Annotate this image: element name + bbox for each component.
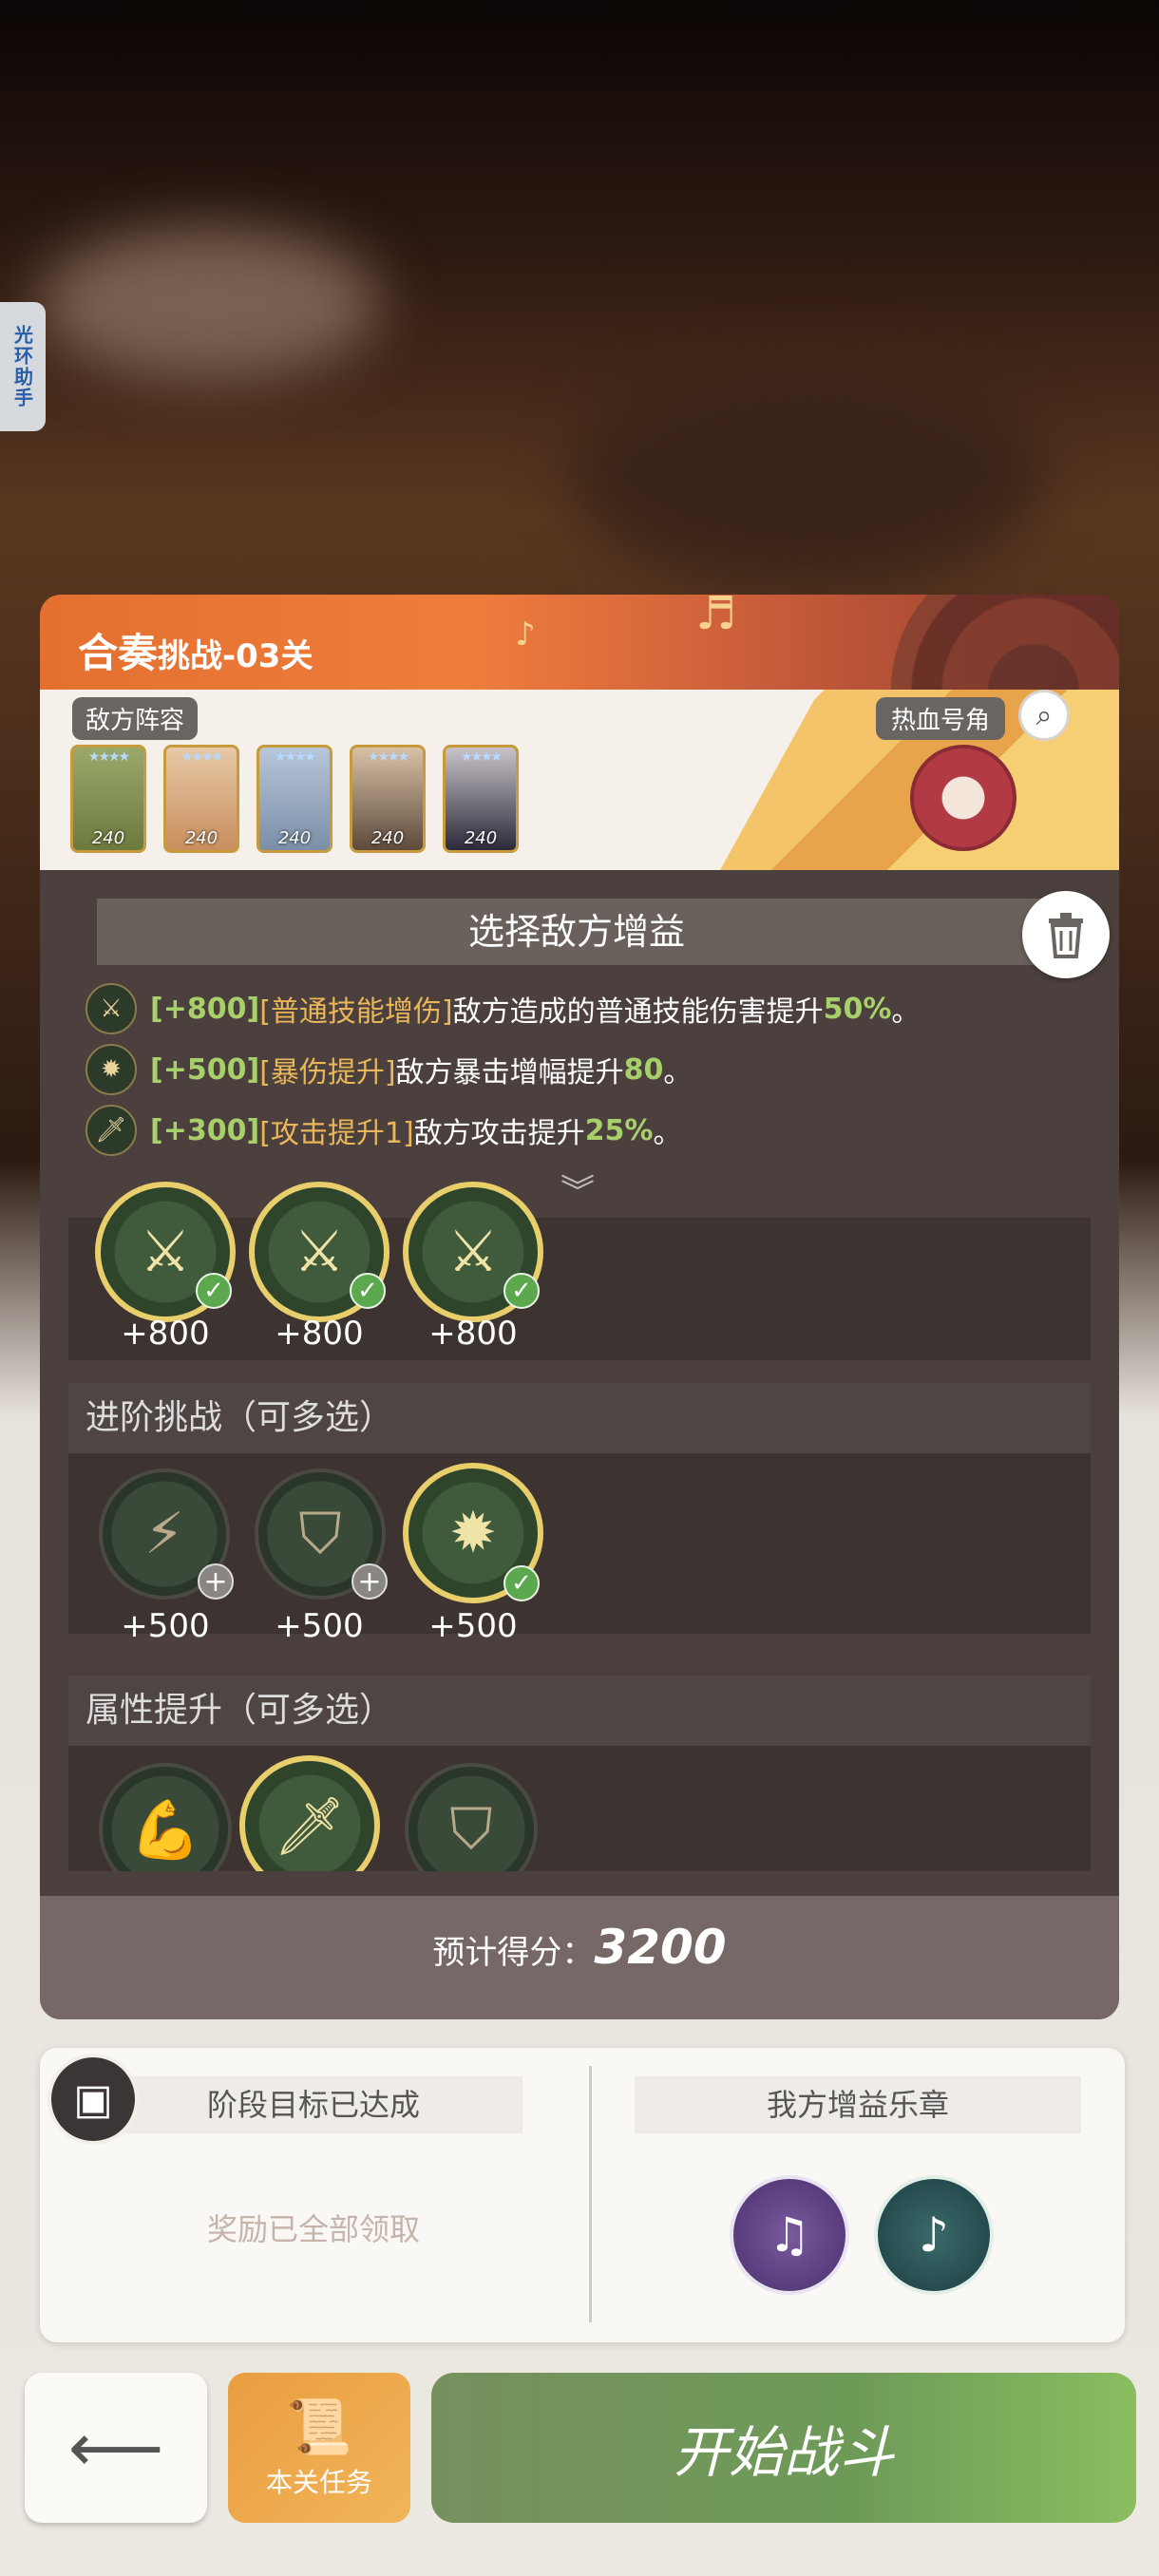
- title-sub: 挑战-03关: [158, 637, 314, 675]
- buff-desc: 敌方攻击提升: [413, 1117, 585, 1150]
- buff-desc: 敌方造成的普通技能伤害提升: [452, 995, 824, 1029]
- strength-medal[interactable]: 💪: [99, 1763, 232, 1871]
- enemy-card-level: 240: [91, 828, 125, 848]
- panel-header: 合奏挑战-03关 ♪ ♬: [40, 595, 1119, 832]
- my-buff-title: 我方增益乐章: [635, 2076, 1081, 2133]
- star-icon: ★★★★: [460, 749, 503, 765]
- enemy-card[interactable]: ★★★★ 240: [70, 745, 146, 853]
- star-icon: ★★★★: [367, 749, 409, 765]
- trash-icon: [1049, 913, 1083, 958]
- music-note-icon-2: ♬: [695, 595, 737, 640]
- enemy-card[interactable]: ★★★★ 240: [256, 745, 332, 853]
- lute-movement-icon[interactable]: ♪: [874, 2175, 994, 2295]
- buff-name: [攻击提升1]: [259, 1117, 414, 1150]
- crit-icon: ✹: [86, 1044, 137, 1095]
- chest-icon[interactable]: ▣: [48, 2054, 139, 2145]
- music-note-icon: ♪: [515, 616, 536, 653]
- challenge-panel: 合奏挑战-03关 ♪ ♬ 敌方阵容 ★★★★ 240 ★★★★ 240 ★★★★…: [40, 595, 1119, 2019]
- enemy-card[interactable]: ★★★★ 240: [350, 745, 426, 853]
- star-icon: ★★★★: [274, 749, 316, 765]
- horn-buff-icon[interactable]: [910, 745, 1016, 851]
- assistant-side-tab-label: 光环助手: [10, 325, 34, 408]
- check-icon: ✓: [196, 1273, 232, 1309]
- search-icon: ⌕: [1036, 698, 1053, 732]
- medal-value: +800: [428, 1315, 518, 1353]
- reward-status: 奖励已全部领取: [206, 2211, 420, 2247]
- enemy-card-level: 240: [370, 828, 405, 848]
- medal-value: +500: [428, 1607, 518, 1645]
- advanced-section-title: 进阶挑战（可多选）: [68, 1383, 1091, 1453]
- buff-end: 。: [663, 1056, 693, 1089]
- star-icon: ★★★★: [180, 749, 223, 765]
- stage-task-button[interactable]: 📜 本关任务: [228, 2373, 410, 2523]
- page-title: 合奏挑战-03关: [78, 621, 313, 679]
- check-icon: ✓: [504, 1565, 540, 1601]
- buff-section-title: 选择敌方增益: [97, 899, 1056, 965]
- enemy-lineup-label: 敌方阵容: [72, 697, 199, 740]
- attack-icon: 🗡: [86, 1105, 137, 1156]
- enemy-card-level: 240: [184, 828, 218, 848]
- buff-row: ⚔ [+800] [普通技能增伤] 敌方造成的普通技能伤害提升 50% 。: [86, 982, 920, 1035]
- assistant-side-tab[interactable]: 光环助手: [0, 302, 46, 431]
- check-icon: ✓: [504, 1273, 540, 1309]
- title-main: 合奏: [78, 630, 159, 676]
- enemy-card-level: 240: [277, 828, 312, 848]
- stage-goal-title: 阶段目标已达成: [104, 2076, 522, 2133]
- background-blur: [38, 228, 380, 380]
- buff-value: 80: [623, 1052, 664, 1087]
- divider: [589, 2066, 592, 2322]
- medal-value: +800: [275, 1315, 364, 1353]
- star-icon: ★★★★: [87, 749, 130, 765]
- buff-end: 。: [891, 995, 921, 1029]
- background-blur-2: [570, 361, 1045, 589]
- back-arrow-icon: ⟵: [67, 2409, 164, 2487]
- buff-row: ✹ [+500] [暴伤提升] 敌方暴击增幅提升 80 。: [86, 1043, 692, 1096]
- expand-chevron-icon[interactable]: ︾: [560, 1165, 595, 1214]
- buff-value: 50%: [823, 992, 892, 1026]
- buff-score: [+800]: [150, 992, 260, 1026]
- medal-value: +500: [121, 1607, 210, 1645]
- start-battle-button[interactable]: 开始战斗: [431, 2373, 1136, 2523]
- medal-value: +800: [121, 1315, 210, 1353]
- defense-medal[interactable]: ⛉: [405, 1763, 538, 1871]
- buff-desc: 敌方暴击增幅提升: [395, 1056, 624, 1089]
- score-value: 3200: [594, 1920, 727, 1975]
- enemy-card[interactable]: ★★★★ 240: [443, 745, 519, 853]
- plus-icon: +: [198, 1563, 234, 1600]
- back-button[interactable]: ⟵: [25, 2373, 207, 2523]
- buff-name: [暴伤提升]: [259, 1056, 396, 1089]
- attack-medal[interactable]: 🗡: [239, 1755, 380, 1871]
- enemy-card-level: 240: [464, 828, 498, 848]
- flute-movement-icon[interactable]: ♫: [730, 2175, 849, 2295]
- buff-item-label: 热血号角: [876, 697, 1006, 740]
- enemy-lineup: 敌方阵容 ★★★★ 240 ★★★★ 240 ★★★★ 240 ★★★★ 240…: [40, 690, 1119, 870]
- search-button[interactable]: ⌕: [1018, 690, 1070, 741]
- check-icon: ✓: [350, 1273, 386, 1309]
- buff-end: 。: [653, 1117, 682, 1150]
- attribute-section: 💪 🗡 ⛉: [68, 1746, 1091, 1871]
- clear-button[interactable]: [1022, 891, 1110, 978]
- sword-icon: ⚔: [86, 983, 137, 1034]
- score-label: 预计得分：: [432, 1934, 595, 1972]
- buff-value: 25%: [584, 1113, 654, 1147]
- scroll-note-icon: 📜: [286, 2396, 352, 2458]
- buff-score: [+300]: [150, 1113, 260, 1147]
- estimated-score: 预计得分：3200: [40, 1920, 1119, 1975]
- buff-row: 🗡 [+300] [攻击提升1] 敌方攻击提升 25% 。: [86, 1104, 682, 1157]
- buff-name: [普通技能增伤]: [259, 995, 453, 1029]
- attribute-section-title: 属性提升（可多选）: [68, 1676, 1091, 1746]
- plus-icon: +: [352, 1563, 388, 1600]
- medal-value: +500: [275, 1607, 364, 1645]
- enemy-card[interactable]: ★★★★ 240: [163, 745, 239, 853]
- stage-task-label: 本关任务: [265, 2467, 372, 2498]
- buff-score: [+500]: [150, 1052, 260, 1087]
